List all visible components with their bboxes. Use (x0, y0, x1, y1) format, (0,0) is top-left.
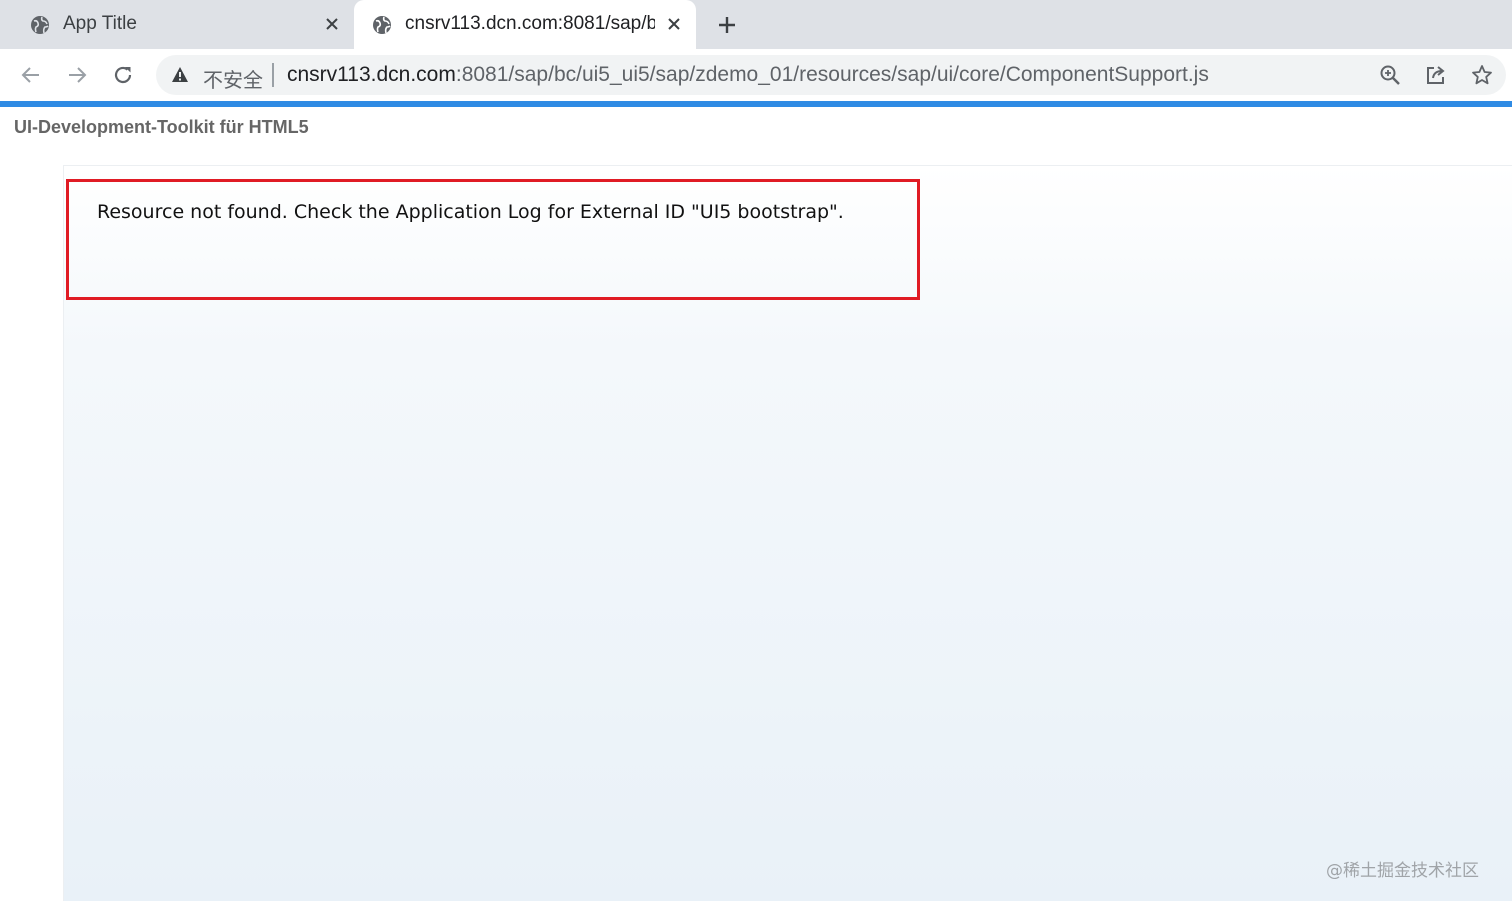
error-message: Resource not found. Check the Applicatio… (97, 201, 844, 223)
zoom-icon[interactable] (1378, 63, 1402, 87)
browser-window: App Title cnsrv113.dcn.com:8081/sap/bc 不… (0, 0, 1512, 901)
globe-icon (30, 15, 50, 35)
footer-watermark: @稀土掘金技术社区 (1326, 861, 1479, 881)
page-title: UI-Development-Toolkit für HTML5 (14, 117, 309, 137)
arrow-right-icon (69, 67, 87, 83)
url-host: cnsrv113.dcn.com (287, 63, 456, 86)
url-path: :8081/sap/bc/ui5_ui5/sap/zdemo_01/resour… (455, 63, 1209, 86)
tab-cnsrv113[interactable]: cnsrv113.dcn.com:8081/sap/bc (354, 0, 696, 49)
tab-strip: App Title cnsrv113.dcn.com:8081/sap/bc (0, 0, 1512, 49)
close-icon[interactable] (322, 14, 342, 34)
address-bar[interactable]: 不安全 cnsrv113.dcn.com:8081/sap/bc/ui5_ui5… (156, 55, 1506, 95)
browser-toolbar: 不安全 cnsrv113.dcn.com:8081/sap/bc/ui5_ui5… (0, 49, 1512, 101)
url-text[interactable]: cnsrv113.dcn.com:8081/sap/bc/ui5_ui5/sap… (287, 63, 1209, 87)
tab-title: App Title (63, 13, 137, 34)
tab-app-title[interactable]: App Title (0, 0, 352, 49)
globe-icon (372, 15, 392, 35)
arrow-left-icon (21, 67, 39, 83)
bookmark-star-icon[interactable] (1470, 63, 1494, 87)
security-label[interactable]: 不安全 (203, 64, 263, 93)
reload-button[interactable] (109, 61, 137, 89)
address-separator (272, 63, 274, 87)
reload-icon (114, 66, 132, 84)
forward-button[interactable] (63, 61, 91, 89)
close-icon[interactable] (664, 14, 684, 34)
back-button[interactable] (17, 61, 45, 89)
tab-title: cnsrv113.dcn.com:8081/sap/bc (405, 13, 655, 34)
warning-icon[interactable] (171, 66, 189, 84)
new-tab-button[interactable] (714, 12, 740, 38)
error-message-box: Resource not found. Check the Applicatio… (66, 179, 920, 300)
accent-bar (0, 101, 1512, 107)
plus-icon (719, 17, 735, 33)
share-icon[interactable] (1424, 63, 1448, 87)
